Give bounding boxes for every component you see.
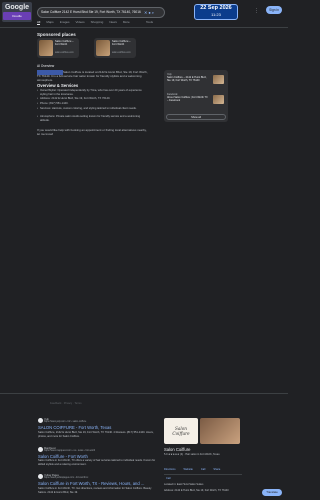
mapquest-favicon-icon <box>38 447 43 452</box>
header-divider <box>0 27 288 28</box>
ad-url: salon-coiffure.com <box>112 52 131 54</box>
source-title[interactable]: Salon Coiffure – 2142 E Hurst Blvd, Ste … <box>167 76 209 82</box>
search-icon[interactable]: ⌕ <box>152 10 155 15</box>
search-tabs: All Maps Images Videos Shopping News Mor… <box>37 19 197 25</box>
ai-bullet: Address: 2142 E Hurst Blvd, Ste 19, Fort… <box>37 97 150 101</box>
ai-bullet: Services: Haircuts, custom coloring, and… <box>37 107 150 111</box>
result-snippet: Salon Coiffure, 2142 E Hurst Blvd, Ste 1… <box>38 431 154 438</box>
tab-news[interactable]: News <box>109 19 117 25</box>
search-query-text[interactable]: Salon Coiffure 2142 E Hurst Blvd Ste 19,… <box>41 9 141 16</box>
business-name: Salon Coiffure <box>164 447 191 452</box>
call-link[interactable]: Call <box>166 477 170 480</box>
translate-button[interactable]: Translate <box>262 489 282 496</box>
result-url[interactable]: https://www.yelp.com › biz › salon-coiff… <box>44 421 86 423</box>
tab-shopping[interactable]: Shopping <box>91 19 104 25</box>
show-all-button[interactable]: Show all <box>166 114 226 120</box>
business-actions: Directions Website Call Share <box>164 466 244 473</box>
result-title[interactable]: Salon Coiffure in Fort Worth, TX - Revie… <box>38 481 144 486</box>
share-button[interactable]: Share <box>213 466 220 473</box>
source-thumbnail[interactable] <box>213 95 224 104</box>
ad-thumbnail[interactable] <box>39 40 53 56</box>
source-thumbnail[interactable] <box>213 75 224 84</box>
business-photo[interactable] <box>200 418 240 444</box>
tab-more[interactable]: More <box>123 19 130 25</box>
ad-url: salon-coiffure.com <box>55 52 74 54</box>
ai-overview-heading: Overview & Services <box>37 83 79 88</box>
date-text: 22 Sep 2026 <box>200 5 232 11</box>
result-snippet: Salon Coiffure in Fort Worth, TX offers … <box>38 459 156 466</box>
website-button[interactable]: Website <box>184 466 193 473</box>
source-title[interactable]: About Salon Coiffure | Fort Worth TX – F… <box>167 96 209 102</box>
ai-bullet: Atmosphere: Private salon studio setting… <box>37 115 150 122</box>
section-divider <box>0 393 288 394</box>
tools-button[interactable]: Tools <box>146 19 153 25</box>
tab-maps[interactable]: Maps <box>46 19 53 25</box>
tab-images[interactable]: Images <box>60 19 70 25</box>
result-url[interactable]: https://www.mapquest.com › us › texas › … <box>44 450 95 452</box>
business-rating: 5.0 ★★★★★ (4) · Hair salon in Fort Worth… <box>164 453 220 456</box>
directions-button[interactable]: Directions <box>164 466 176 473</box>
result-url[interactable]: https://www.yellowpages.com › fort-worth… <box>44 477 88 479</box>
tab-all[interactable]: All <box>37 19 41 25</box>
sign-in-button[interactable]: Sign in <box>266 6 282 14</box>
search-actions[interactable]: ✕●⌕ <box>144 9 164 16</box>
time-text: 11:23 <box>211 12 221 17</box>
panel-divider <box>164 474 242 475</box>
ad-thumbnail[interactable] <box>96 40 110 56</box>
ai-bullet: Owner/Stylist: Operated independently by… <box>37 89 150 96</box>
yellowpages-favicon-icon <box>38 474 43 479</box>
ad-title[interactable]: Salon Coiffure – Fort Worth <box>112 40 134 47</box>
ai-overview-label: AI Overview <box>37 64 55 68</box>
sponsored-heading: Sponsored places <box>37 32 76 37</box>
tab-videos[interactable]: Videos <box>76 19 85 25</box>
footer-links[interactable]: Feedback · Privacy · Terms <box>50 402 82 405</box>
business-address: Address: 2142 E Hurst Blvd, Ste 19, Fort… <box>164 489 229 492</box>
ai-overview-intro: Salon Coiffure is located at 2142 E Hurs… <box>37 70 148 83</box>
located-in: Located in: East Hurst Salon Suites <box>164 483 204 486</box>
ad-title[interactable]: Salon Coiffure – Fort Worth <box>55 40 77 47</box>
apps-grid-icon[interactable]: ⋮ <box>254 9 259 14</box>
business-logo-text: Salon Coiffure <box>172 426 190 436</box>
ai-bullet: Phone: (817) 551-1440. <box>37 102 150 106</box>
result-title[interactable]: SALON COIFFURE - Fort Worth, Texas <box>38 425 111 430</box>
call-button[interactable]: Call <box>201 466 205 473</box>
yelp-favicon-icon <box>38 418 43 423</box>
result-snippet: Salon Coiffure in Fort Worth, TX. Get di… <box>38 487 152 494</box>
doodle-label: Doodle <box>3 12 31 20</box>
logo-text: Google <box>4 4 30 11</box>
ai-overview-outro: If you would like help with booking an a… <box>37 128 147 136</box>
